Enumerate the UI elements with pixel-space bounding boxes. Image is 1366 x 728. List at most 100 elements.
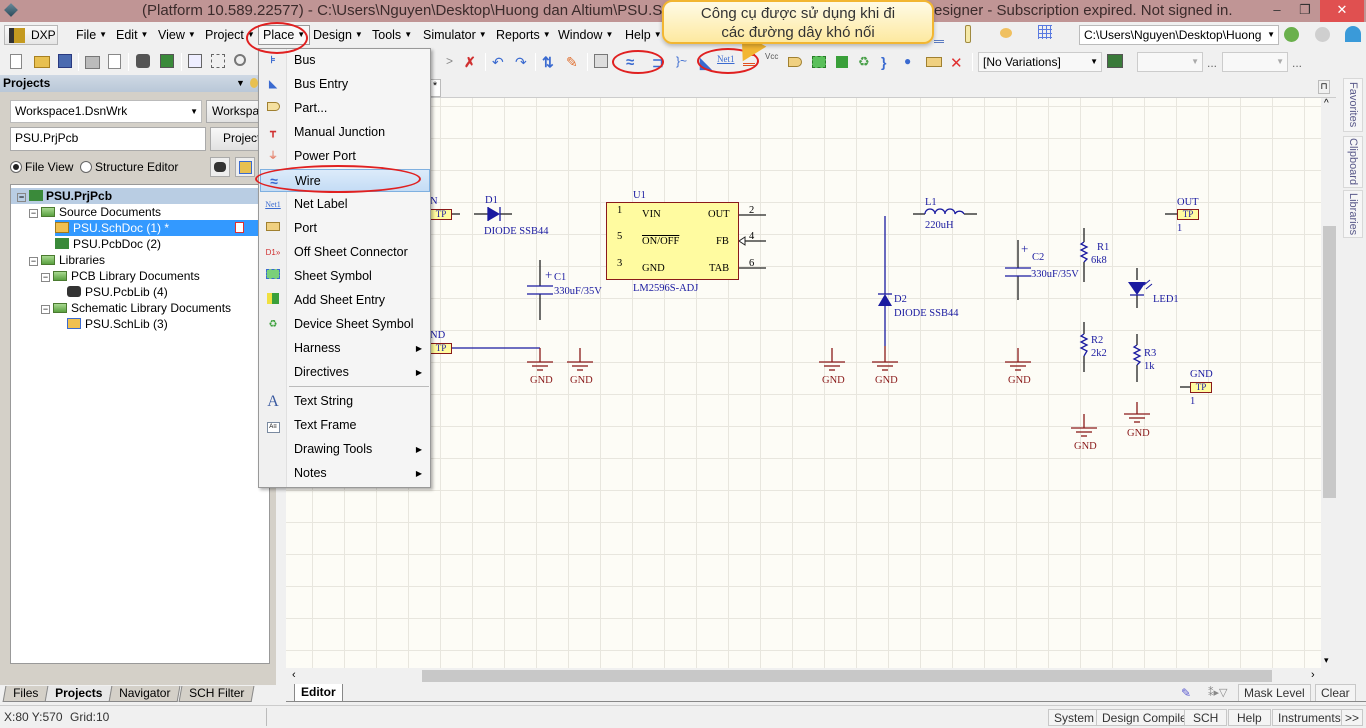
menu-file[interactable]: File ▼: [76, 28, 107, 42]
align-icon[interactable]: [934, 27, 944, 43]
menu-item-off-sheet-connector[interactable]: D1» Off Sheet Connector: [260, 241, 430, 264]
horizontal-scroll-thumb[interactable]: [422, 670, 1272, 682]
hierarchy-icon[interactable]: ⇅: [542, 54, 558, 70]
harness-entry-icon[interactable]: ●: [904, 54, 920, 70]
menu-tools[interactable]: Tools ▼: [372, 28, 412, 42]
vcc-port-tool-icon[interactable]: Vcc: [765, 52, 781, 68]
ellipsis-2[interactable]: ...: [1292, 56, 1302, 70]
restore-button[interactable]: ❐: [1290, 0, 1320, 22]
tab-navigator[interactable]: Navigator: [108, 686, 181, 702]
menu-item-sheet-symbol[interactable]: Sheet Symbol: [260, 265, 430, 288]
print-preview-icon[interactable]: [108, 54, 121, 69]
undo-icon[interactable]: ↶: [492, 54, 508, 70]
menu-item-directives[interactable]: Directives ▶: [260, 361, 430, 384]
tab-clipboard[interactable]: Clipboard: [1343, 136, 1363, 188]
tab-files[interactable]: Files: [2, 686, 49, 702]
dxp-button[interactable]: DXP: [4, 25, 58, 45]
forward-icon[interactable]: [1315, 27, 1330, 42]
menu-help[interactable]: Help ▼: [625, 28, 662, 42]
back-icon[interactable]: [1284, 27, 1299, 42]
zoom-fit-icon[interactable]: [188, 54, 202, 68]
mask-pencil-icon[interactable]: ✎: [1181, 686, 1195, 700]
status-instruments-button[interactable]: Instruments: [1272, 709, 1347, 726]
menu-item-text-frame[interactable]: A≡ Text Frame: [260, 414, 430, 437]
radio-structure-editor[interactable]: Structure Editor: [80, 160, 178, 174]
workspace-combo[interactable]: Workspace1.DsnWrk ▼: [10, 100, 202, 123]
tab-favorites[interactable]: Favorites: [1343, 78, 1363, 132]
tree-node-schlib[interactable]: PSU.SchLib (3): [67, 316, 168, 332]
menu-design[interactable]: Design ▼: [313, 28, 363, 42]
pin-icon[interactable]: ⊓: [1318, 80, 1330, 94]
port-tool-icon[interactable]: [926, 57, 942, 67]
tree-node-pcblib[interactable]: PSU.PcbLib (4): [67, 284, 168, 300]
tree-node-pcb-library-documents[interactable]: − PCB Library Documents: [41, 268, 200, 284]
tree-node-libraries[interactable]: − Libraries: [29, 252, 105, 268]
harness-connector-icon[interactable]: }: [881, 54, 897, 70]
zoom-selected-icon[interactable]: [234, 54, 246, 66]
tp-gnd-right[interactable]: TP: [1190, 382, 1212, 393]
menu-item-bus-entry[interactable]: ◣ Bus Entry: [260, 73, 430, 96]
radio-file-view[interactable]: File View: [10, 160, 73, 174]
menu-item-text-string[interactable]: A Text String: [260, 390, 430, 413]
project-options-button[interactable]: [235, 157, 255, 177]
menu-item-part[interactable]: Part...: [260, 97, 430, 120]
tree-node-source-documents[interactable]: − Source Documents: [29, 204, 161, 220]
chip-icon[interactable]: [136, 54, 150, 68]
schematic-canvas[interactable]: [286, 98, 1321, 668]
tab-libraries[interactable]: Libraries: [1343, 190, 1363, 238]
clear-button[interactable]: Clear: [1315, 684, 1356, 701]
menu-view[interactable]: View ▼: [158, 28, 196, 42]
param-combo-2[interactable]: ▼: [1222, 52, 1288, 72]
close-button[interactable]: ✕: [1320, 0, 1364, 22]
save-icon[interactable]: [58, 54, 72, 68]
device-sheet-tool-icon[interactable]: ♻: [858, 54, 874, 70]
tab-projects[interactable]: Projects: [44, 686, 113, 702]
menu-item-add-sheet-entry[interactable]: Add Sheet Entry: [260, 289, 430, 312]
menu-item-device-sheet-symbol[interactable]: ♻ Device Sheet Symbol: [260, 313, 430, 336]
menu-item-harness[interactable]: Harness ▶: [260, 337, 430, 360]
tree-node-project[interactable]: − PSU.PrjPcb: [11, 188, 269, 204]
status-system-button[interactable]: System: [1048, 709, 1101, 726]
panel-pin-icon[interactable]: [250, 78, 258, 88]
zoom-area-icon[interactable]: [211, 54, 225, 68]
menu-item-manual-junction[interactable]: ┳ Manual Junction: [260, 121, 430, 144]
status-design-compiler-button[interactable]: Design Compiler: [1096, 709, 1197, 726]
filter-icon[interactable]: ⁑▸▽: [1208, 686, 1227, 699]
menu-simulator[interactable]: Simulator ▼: [423, 28, 487, 42]
part-tool-icon[interactable]: [788, 57, 802, 67]
grid-icon[interactable]: [1038, 25, 1052, 39]
tree-node-pcbdoc[interactable]: PSU.PcbDoc (2): [55, 236, 161, 252]
variations-combo[interactable]: [No Variations] ▼: [978, 52, 1102, 72]
component-icon[interactable]: [965, 25, 971, 43]
vertical-scroll-thumb[interactable]: [1323, 226, 1336, 498]
sheet-entry-tool-icon[interactable]: [836, 56, 848, 68]
tp-in[interactable]: TP: [430, 209, 452, 220]
signal-harness-icon[interactable]: }~: [676, 54, 692, 70]
new-icon[interactable]: [10, 54, 22, 69]
open-icon[interactable]: [34, 56, 50, 68]
menu-item-net-label[interactable]: Net1 Net Label: [260, 193, 430, 216]
snap-icon[interactable]: [1000, 28, 1012, 38]
status-sch-button[interactable]: SCH: [1184, 709, 1228, 726]
redo-icon[interactable]: ↷: [515, 54, 531, 70]
no-erc-icon[interactable]: ✕: [950, 54, 966, 72]
pencil-icon[interactable]: ✎: [566, 54, 582, 70]
sheet-symbol-tool-icon[interactable]: [812, 56, 826, 68]
menu-window[interactable]: Window ▼: [558, 28, 613, 42]
project-field[interactable]: PSU.PrjPcb: [10, 127, 206, 151]
tab-editor[interactable]: Editor: [294, 684, 343, 702]
clear-filter-icon[interactable]: ✗: [464, 54, 480, 70]
menu-item-port[interactable]: Port: [260, 217, 430, 240]
variant-pcb-icon[interactable]: [1107, 54, 1123, 68]
param-combo-1[interactable]: ▼: [1137, 52, 1203, 72]
compile-button[interactable]: [210, 157, 230, 177]
path-combo[interactable]: C:\Users\Nguyen\Desktop\Huong ▼: [1079, 25, 1279, 45]
status-help-button[interactable]: Help: [1228, 709, 1271, 726]
browse-icon[interactable]: [594, 54, 608, 68]
status-more-button[interactable]: >>: [1341, 709, 1364, 726]
print-icon[interactable]: [85, 56, 100, 69]
ellipsis-1[interactable]: ...: [1207, 56, 1217, 70]
menu-edit[interactable]: Edit ▼: [116, 28, 148, 42]
tab-sch-filter[interactable]: SCH Filter: [178, 686, 255, 702]
menu-reports[interactable]: Reports ▼: [496, 28, 551, 42]
